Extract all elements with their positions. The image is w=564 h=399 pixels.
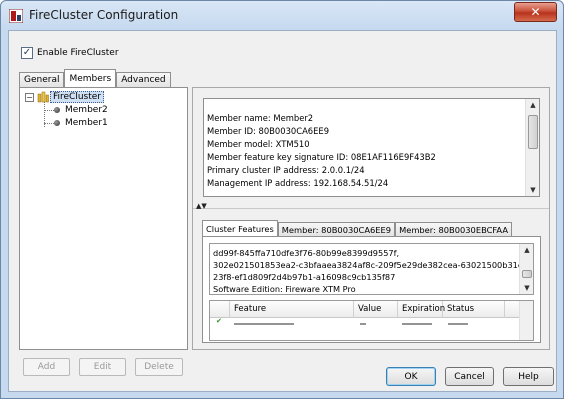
enable-firecluster-checkbox[interactable]: ✓ [21, 47, 33, 59]
feature-table-header: Feature Value Expiration Status [210, 301, 533, 318]
cut-off-cell [360, 323, 366, 325]
scroll-thumb[interactable] [528, 115, 538, 149]
tab-members[interactable]: Members [64, 69, 117, 87]
member-info-scrollbar[interactable]: ▲ ▼ [525, 99, 539, 196]
column-header-expiration[interactable]: Expiration [398, 301, 445, 318]
cut-off-cell [448, 323, 468, 325]
member-info-box[interactable]: Member name: Member2 Member ID: 80B0030C… [203, 98, 540, 197]
primary-cluster-ip-text: Primary cluster IP address: 2.0.0.1/24 [207, 165, 365, 175]
feature-key-line: 23f8-ef1d809f2d4b97b1-a16098c9cb135f87 [213, 272, 396, 282]
feature-tabs: Cluster Features Member: 80B0030CA6EE9 M… [202, 220, 513, 236]
check-icon: ✔ [216, 317, 222, 325]
delete-button[interactable]: Delete [135, 358, 183, 376]
scroll-down-icon[interactable]: ▼ [520, 282, 534, 294]
tab-cluster-features[interactable]: Cluster Features [202, 220, 278, 236]
add-button[interactable]: Add [23, 358, 70, 376]
member-icon [54, 107, 60, 113]
feature-key-signature-text: Member feature key signature ID: 08E1AF1… [207, 152, 436, 162]
main-tabs: General Members Advanced [19, 69, 171, 87]
member-label: Member2 [65, 105, 108, 115]
scroll-up-icon[interactable]: ▲ [526, 99, 540, 111]
feature-table-scrollbar[interactable] [519, 301, 533, 340]
feature-key-line: 302e021501853ea2-c3bfaaea3824af8c-209f5e… [213, 260, 523, 270]
edit-button[interactable]: Edit [79, 358, 126, 376]
window-title: FireCluster Configuration [29, 8, 179, 22]
help-button[interactable]: Help [503, 367, 554, 386]
table-row[interactable]: ✔ [210, 317, 533, 326]
pane-splitter[interactable] [193, 208, 549, 212]
enable-firecluster-label: Enable FireCluster [37, 48, 119, 58]
software-edition-text: Software Edition: Fireware XTM Pro [213, 284, 356, 294]
cancel-button[interactable]: Cancel [445, 367, 494, 386]
feature-key-scrollbar[interactable]: ▲ ▼ [519, 244, 533, 294]
column-header-status[interactable]: Status [443, 301, 505, 318]
tab-advanced[interactable]: Advanced [116, 72, 171, 87]
firecluster-icon [37, 91, 49, 103]
feature-table[interactable]: Feature Value Expiration Status ✔ [209, 300, 534, 341]
splitter-arrows-icon[interactable]: ▲▼ [196, 203, 207, 210]
tab-member-80b0030ebcfaa[interactable]: Member: 80B0030EBCFAA [395, 222, 513, 236]
member-name-text: Member name: Member2 [207, 113, 314, 123]
ok-button[interactable]: OK [386, 367, 436, 386]
tree-node-member1[interactable]: Member1 [54, 118, 108, 128]
dialog-window: FireCluster Configuration ✕ ✓ Enable Fir… [0, 0, 564, 399]
collapse-tree-icon[interactable]: − [25, 93, 34, 102]
member-model-text: Member model: XTM510 [207, 139, 310, 149]
member-details-panel: Member name: Member2 Member ID: 80B0030C… [192, 87, 550, 350]
column-header-icon [210, 301, 230, 318]
dialog-buttons: OK Cancel Help [386, 367, 554, 386]
dialog-body: ✓ Enable FireCluster General Members Adv… [8, 30, 557, 392]
tab-general[interactable]: General [19, 72, 65, 87]
member-id-text: Member ID: 80B0030CA6EE9 [207, 126, 330, 136]
feature-key-line: dd99f-845ffa710dfe3f76-80b99e8399d9557f, [213, 248, 400, 258]
tree-node-firecluster[interactable]: FireCluster [50, 91, 105, 103]
close-button[interactable]: ✕ [514, 2, 557, 22]
cut-off-cell [402, 323, 432, 325]
member-tree[interactable]: − FireCluster Member2 Member1 [19, 87, 188, 350]
feature-key-text[interactable]: dd99f-845ffa710dfe3f76-80b99e8399d9557f,… [209, 243, 534, 295]
member-label: Member1 [65, 118, 108, 128]
cut-off-cell [234, 323, 294, 325]
tree-buttons: Add Edit Delete [23, 358, 183, 376]
cluster-features-panel: dd99f-845ffa710dfe3f76-80b99e8399d9557f,… [202, 236, 541, 343]
enable-firecluster-row[interactable]: ✓ Enable FireCluster [21, 47, 119, 59]
close-icon: ✕ [530, 5, 541, 19]
management-ip-text: Management IP address: 192.168.54.51/24 [207, 178, 389, 188]
scroll-thumb[interactable] [522, 270, 532, 278]
title-bar[interactable]: FireCluster Configuration ✕ [1, 1, 563, 29]
member-icon [54, 120, 60, 126]
column-header-feature[interactable]: Feature [230, 301, 354, 318]
tab-member-80b0030ca6ee9[interactable]: Member: 80B0030CA6EE9 [277, 222, 396, 236]
scroll-up-icon[interactable]: ▲ [520, 244, 534, 256]
firebox-app-icon [9, 9, 23, 23]
scroll-down-icon[interactable]: ▼ [526, 184, 540, 196]
column-header-value[interactable]: Value [354, 301, 398, 318]
tree-node-member2[interactable]: Member2 [54, 105, 108, 115]
